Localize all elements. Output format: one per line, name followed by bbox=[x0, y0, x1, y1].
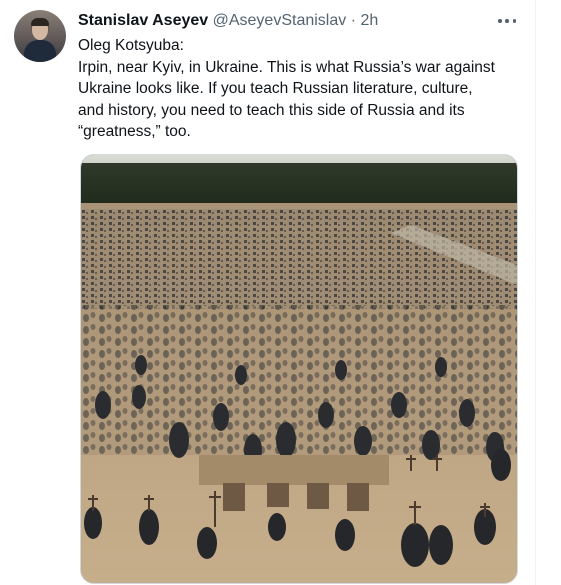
tweet-header: Stanislav Aseyev @AseyevStanislav · 2h bbox=[78, 10, 524, 32]
more-horizontal-icon[interactable] bbox=[498, 12, 516, 30]
author-name[interactable]: Stanislav Aseyev bbox=[78, 12, 208, 29]
photo-cemetery-scene bbox=[81, 155, 517, 583]
author-handle[interactable]: @AseyevStanislav bbox=[213, 12, 347, 29]
timeline-divider bbox=[535, 0, 536, 585]
tweet-text-line: Ukraine looks like. If you teach Russian… bbox=[78, 80, 473, 97]
avatar-hair bbox=[31, 18, 49, 26]
tweet-text-line: Irpin, near Kyiv, in Ukraine. This is wh… bbox=[78, 58, 495, 76]
tweet-text-line: and history, you need to teach this side… bbox=[78, 101, 465, 119]
timestamp[interactable]: 2h bbox=[360, 12, 378, 29]
avatar[interactable] bbox=[14, 10, 66, 62]
tweet[interactable]: Stanislav Aseyev @AseyevStanislav · 2h O… bbox=[14, 0, 524, 585]
avatar-suit bbox=[24, 40, 56, 62]
separator: · bbox=[350, 12, 357, 29]
tweet-text-line: Oleg Kotsyuba: bbox=[78, 37, 184, 54]
tweet-photo[interactable] bbox=[80, 154, 518, 584]
tweet-text-line: “greatness,” too. bbox=[78, 123, 191, 140]
tweet-text: Oleg Kotsyuba: Irpin, near Kyiv, in Ukra… bbox=[78, 35, 528, 143]
